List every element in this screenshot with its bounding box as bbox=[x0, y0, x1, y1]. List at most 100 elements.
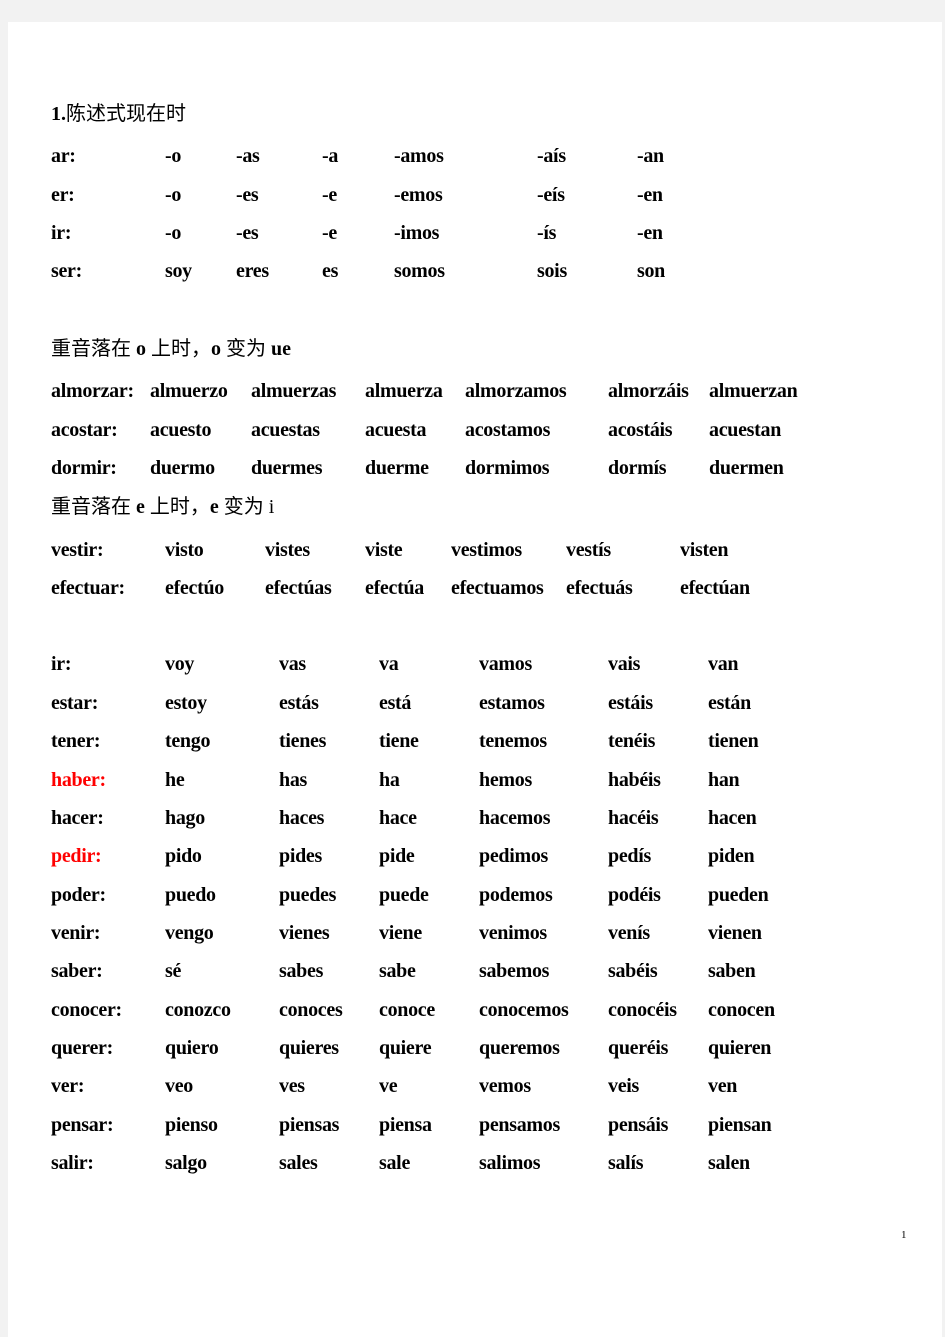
conjugation-cell: efectuás bbox=[566, 577, 633, 599]
conjugation-cell: piensa bbox=[379, 1114, 432, 1136]
conjugation-cell: venimos bbox=[479, 922, 547, 944]
conjugation-cell: pienso bbox=[165, 1114, 218, 1136]
conjugation-cell: efectúas bbox=[265, 577, 332, 599]
conjugation-cell: almuerza bbox=[365, 380, 443, 402]
table-row: ir: voy vas va vamos vais van bbox=[8, 652, 942, 676]
verb-label: er: bbox=[51, 184, 75, 206]
verb-label: efectuar: bbox=[51, 577, 125, 599]
conjugation-cell: hacemos bbox=[479, 807, 551, 829]
verb-label: querer: bbox=[51, 1037, 113, 1059]
conjugation-cell: tienen bbox=[708, 730, 759, 752]
conjugation-cell: conocemos bbox=[479, 999, 569, 1021]
conjugation-cell: somos bbox=[394, 260, 445, 282]
conjugation-cell: veo bbox=[165, 1075, 193, 1097]
conjugation-cell: tienes bbox=[279, 730, 327, 752]
table-row: dormir: duermo duermes duerme dormimos dormís… bbox=[8, 456, 942, 480]
conjugation-cell: están bbox=[708, 692, 751, 714]
verb-label: ir: bbox=[51, 222, 72, 244]
table-row: almorzar: almuerzo almuerzas almuerza almorz… bbox=[8, 379, 942, 403]
conjugation-cell: acuestas bbox=[251, 419, 320, 441]
conjugation-cell: ves bbox=[279, 1075, 305, 1097]
table-row: vestir: visto vistes viste vestimos vestís vis… bbox=[8, 538, 942, 562]
conjugation-cell: -o bbox=[165, 145, 182, 167]
conjugation-cell: ve bbox=[379, 1075, 398, 1097]
conjugation-cell: visten bbox=[680, 539, 729, 561]
conjugation-cell: vais bbox=[608, 653, 641, 675]
conjugation-cell: acuesto bbox=[150, 419, 212, 441]
conjugation-cell: han bbox=[708, 769, 740, 791]
conjugation-cell: -emos bbox=[394, 184, 443, 206]
conjugation-cell: vamos bbox=[479, 653, 532, 675]
conjugation-cell: quiere bbox=[379, 1037, 432, 1059]
note-text: 上时， bbox=[144, 496, 210, 518]
conjugation-cell: conocen bbox=[708, 999, 775, 1021]
conjugation-cell: vestimos bbox=[451, 539, 522, 561]
conjugation-cell: tengo bbox=[165, 730, 211, 752]
conjugation-cell: almuerzo bbox=[150, 380, 228, 402]
conjugation-cell: salen bbox=[708, 1152, 750, 1174]
conjugation-cell: duermes bbox=[251, 457, 323, 479]
note-o-to-ue: 重音落在 o 上时，o 变为 ue bbox=[51, 337, 291, 361]
note-text: 变为 bbox=[218, 496, 269, 518]
conjugation-cell: queréis bbox=[608, 1037, 669, 1059]
note-letter: e bbox=[136, 496, 145, 518]
table-row: ser: soy eres es somos sois son bbox=[8, 259, 942, 283]
conjugation-cell: pides bbox=[279, 845, 322, 867]
note-text: 重音落在 bbox=[51, 496, 136, 518]
conjugation-cell: has bbox=[279, 769, 308, 791]
conjugation-cell: hacen bbox=[708, 807, 757, 829]
conjugation-cell: acostáis bbox=[608, 419, 673, 441]
conjugation-cell: son bbox=[637, 260, 666, 282]
conjugation-cell: queremos bbox=[479, 1037, 560, 1059]
section-title: 1.陈述式现在时 bbox=[51, 102, 186, 126]
conjugation-cell: efectuamos bbox=[451, 577, 544, 599]
conjugation-cell: -o bbox=[165, 184, 182, 206]
conjugation-cell: haces bbox=[279, 807, 325, 829]
verb-label: saber: bbox=[51, 960, 103, 982]
conjugation-cell: sabes bbox=[279, 960, 324, 982]
verb-label: hacer: bbox=[51, 807, 104, 829]
note-letter: o bbox=[211, 338, 221, 360]
conjugation-cell: podéis bbox=[608, 884, 661, 906]
conjugation-cell: -e bbox=[322, 222, 337, 244]
conjugation-cell: salgo bbox=[165, 1152, 207, 1174]
conjugation-cell: piden bbox=[708, 845, 755, 867]
table-row: querer: quiero quieres quiere queremos queréi… bbox=[8, 1036, 942, 1060]
verb-label: pedir: bbox=[51, 845, 102, 867]
conjugation-cell: sois bbox=[537, 260, 567, 282]
conjugation-cell: efectúan bbox=[680, 577, 750, 599]
conjugation-cell: ha bbox=[379, 769, 400, 791]
conjugation-cell: -a bbox=[322, 145, 339, 167]
table-row: haber: he has ha hemos habéis han bbox=[8, 768, 942, 792]
conjugation-cell: tenemos bbox=[479, 730, 547, 752]
conjugation-cell: -en bbox=[637, 222, 663, 244]
conjugation-cell: -e bbox=[322, 184, 337, 206]
conjugation-cell: hacéis bbox=[608, 807, 659, 829]
verb-label: ver: bbox=[51, 1075, 85, 1097]
conjugation-cell: está bbox=[379, 692, 412, 714]
table-row: efectuar: efectúo efectúas efectúa efectuamo… bbox=[8, 576, 942, 600]
note-letter: ue bbox=[271, 338, 291, 360]
table-row: conocer: conozco conoces conoce conocemos con… bbox=[8, 998, 942, 1022]
note-letter: e bbox=[209, 496, 219, 518]
conjugation-cell: quiero bbox=[165, 1037, 219, 1059]
conjugation-cell: quieres bbox=[279, 1037, 339, 1059]
document-page: 1.陈述式现在时 ar: -o -as -a -amos -aís -an er: -o -es -… bbox=[8, 22, 942, 1337]
conjugation-cell: duermen bbox=[709, 457, 784, 479]
conjugation-cell: es bbox=[322, 260, 339, 282]
conjugation-cell: hace bbox=[379, 807, 417, 829]
conjugation-cell: estoy bbox=[165, 692, 207, 714]
verb-label: tener: bbox=[51, 730, 101, 752]
conjugation-cell: acuesta bbox=[365, 419, 427, 441]
conjugation-cell: pido bbox=[165, 845, 202, 867]
conjugation-cell: sales bbox=[279, 1152, 318, 1174]
conjugation-cell: van bbox=[708, 653, 739, 675]
conjugation-cell: habéis bbox=[608, 769, 661, 791]
conjugation-cell: hemos bbox=[479, 769, 532, 791]
conjugation-cell: almuerzan bbox=[709, 380, 798, 402]
verb-label: haber: bbox=[51, 769, 106, 791]
conjugation-cell: -en bbox=[637, 184, 663, 206]
conjugation-cell: va bbox=[379, 653, 399, 675]
table-row: pedir: pido pides pide pedimos pedís piden bbox=[8, 844, 942, 868]
conjugation-cell: -aís bbox=[537, 145, 566, 167]
